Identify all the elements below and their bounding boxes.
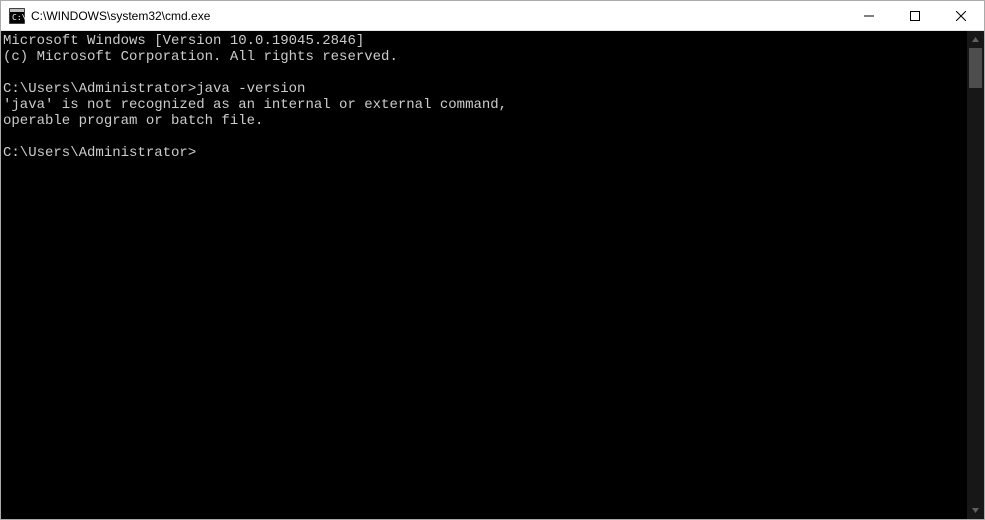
- terminal-line: Microsoft Windows [Version 10.0.19045.28…: [3, 33, 967, 49]
- terminal-line: [3, 65, 967, 81]
- client-area: Microsoft Windows [Version 10.0.19045.28…: [1, 31, 984, 519]
- scroll-down-button[interactable]: [967, 502, 984, 519]
- scrollbar-track[interactable]: [967, 48, 984, 502]
- terminal-line: C:\Users\Administrator>java -version: [3, 81, 967, 97]
- window-title: C:\WINDOWS\system32\cmd.exe: [31, 9, 846, 23]
- terminal-line: (c) Microsoft Corporation. All rights re…: [3, 49, 967, 65]
- maximize-button[interactable]: [892, 1, 938, 30]
- svg-text:C:\: C:\: [12, 13, 25, 22]
- scrollbar-thumb[interactable]: [969, 48, 982, 88]
- window-controls: [846, 1, 984, 30]
- minimize-button[interactable]: [846, 1, 892, 30]
- titlebar[interactable]: C:\ C:\WINDOWS\system32\cmd.exe: [1, 1, 984, 31]
- terminal-line: 'java' is not recognized as an internal …: [3, 97, 967, 113]
- scroll-up-button[interactable]: [967, 31, 984, 48]
- terminal-line: operable program or batch file.: [3, 113, 967, 129]
- close-button[interactable]: [938, 1, 984, 30]
- terminal-line: C:\Users\Administrator>: [3, 145, 967, 161]
- terminal-output[interactable]: Microsoft Windows [Version 10.0.19045.28…: [1, 31, 967, 519]
- vertical-scrollbar[interactable]: [967, 31, 984, 519]
- cmd-window: C:\ C:\WINDOWS\system32\cmd.exe Microsof…: [0, 0, 985, 520]
- terminal-line: [3, 129, 967, 145]
- cmd-icon: C:\: [9, 8, 25, 24]
